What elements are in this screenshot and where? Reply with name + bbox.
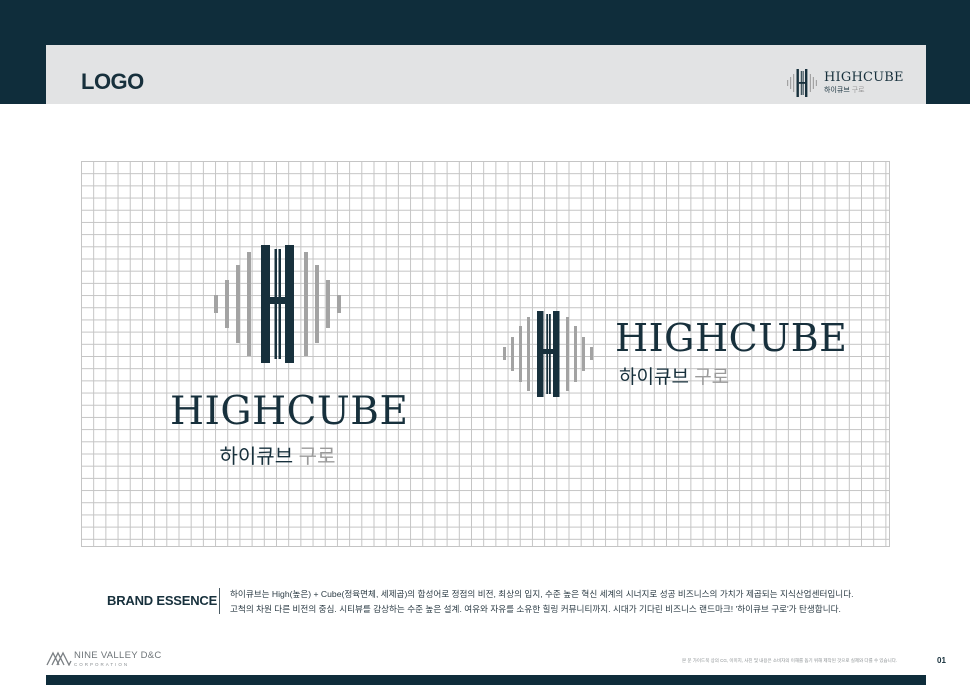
bottom-band: [46, 675, 926, 685]
logo-horizontal-lockup: HIGHCUBE 하이큐브 구로: [503, 308, 847, 403]
logo-sub-gray: 구로: [851, 87, 865, 94]
logo-wordmark: HIGHCUBE: [615, 316, 848, 360]
logo-wordmark: HIGHCUBE: [824, 70, 904, 85]
highcube-mark-icon: [503, 311, 593, 397]
logo-subtitle: 하이큐브 구로: [619, 362, 729, 389]
brand-essence-line-1: 하이큐브는 High(높은) + Cube(정육면체, 세제곱)의 합성어로 정…: [230, 589, 854, 599]
nine-valley-mark-icon: [46, 651, 72, 666]
header-bar: LOGO HIGHCUBE 하이큐브 구로: [46, 45, 926, 104]
logo-sub-dark: 하이큐브: [219, 446, 294, 468]
brand-essence-label: BRAND ESSENCE: [107, 593, 218, 608]
header-logo: HIGHCUBE 하이큐브 구로: [786, 67, 904, 97]
logo-subtitle: 하이큐브 구로: [824, 85, 865, 95]
logo-sub-gray: 구로: [694, 367, 730, 388]
logo-wordmark: HIGHCUBE: [170, 389, 409, 434]
brand-essence-line-2: 고척의 차원 다른 비전의 중심. 시티뷰를 감상하는 수준 높은 설계. 여유…: [230, 604, 841, 614]
page-number: 01: [937, 656, 946, 665]
logo-vertical-lockup: HIGHCUBE 하이큐브 구로: [170, 243, 409, 473]
brand-essence-text: 하이큐브는 High(높은) + Cube(정육면체, 세제곱)의 합성어로 정…: [230, 587, 890, 617]
logo-sub-dark: 하이큐브: [824, 87, 850, 94]
logo-subtitle: 하이큐브 구로: [170, 440, 385, 469]
highcube-mark-icon: [214, 245, 341, 363]
logo-sub-dark: 하이큐브: [619, 367, 689, 388]
divider: [219, 588, 220, 614]
disclaimer-note: 본 문 가이드북 상의 CG, 이미지, 사진 및 내용은 소비자의 이해를 돕…: [682, 658, 898, 663]
company-name: NINE VALLEY D&C: [74, 650, 162, 661]
highcube-mark-icon: [787, 69, 817, 97]
page-title: LOGO: [81, 69, 144, 94]
company-logo: NINE VALLEY D&C CORPORATION: [46, 650, 186, 670]
logo-sub-gray: 구로: [298, 446, 336, 468]
company-sub: CORPORATION: [74, 662, 130, 667]
